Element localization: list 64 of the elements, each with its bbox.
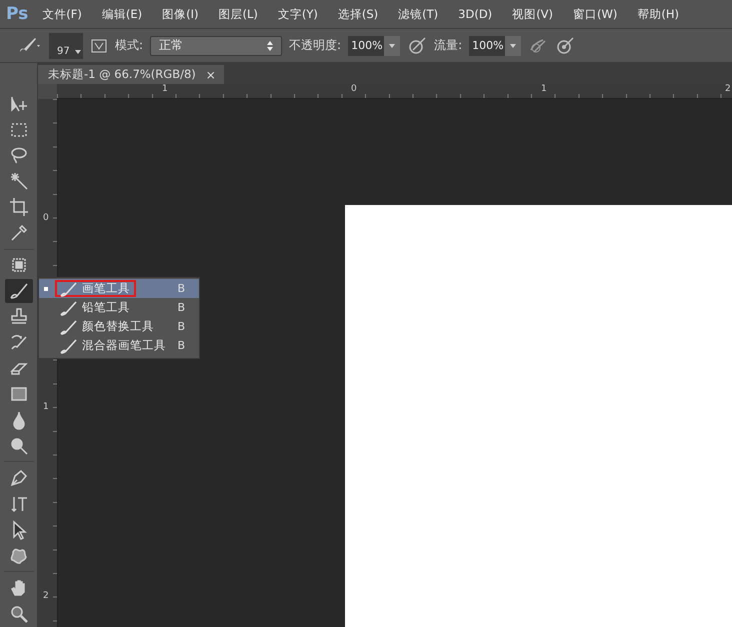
ruler-label: 0	[43, 213, 49, 223]
flyout-menu-item[interactable]: 画笔工具 B	[39, 279, 199, 298]
flow-field[interactable]: 100%	[469, 36, 522, 56]
current-tool-icon	[44, 286, 48, 290]
tool-name: 铅笔工具	[82, 300, 130, 315]
zoom-icon	[8, 604, 28, 624]
mode-label: 模式:	[115, 37, 144, 54]
flyout-menu-item[interactable]: 铅笔工具 B	[39, 298, 199, 317]
ruler-label: 1	[540, 84, 547, 94]
menu-item[interactable]: 视图(V)	[512, 6, 554, 22]
brush-icon	[60, 338, 78, 354]
shortcut-key: B	[177, 282, 185, 295]
brush-size-picker[interactable]: 97	[49, 32, 83, 58]
ruler-label: 1	[43, 402, 49, 412]
opacity-field[interactable]: 100%	[348, 36, 400, 56]
eyedropper-icon	[8, 222, 28, 243]
caret-icon	[75, 50, 81, 54]
menu-item[interactable]: 窗口(W)	[573, 6, 618, 22]
caret-icon	[389, 44, 396, 48]
menu-item[interactable]: 图层(L)	[218, 6, 258, 22]
menu-item[interactable]: 文件(F)	[42, 6, 82, 22]
brush-panel-icon[interactable]	[90, 36, 108, 54]
brush-icon	[60, 318, 78, 334]
shortcut-key: B	[177, 301, 185, 314]
flyout-menu-item[interactable]: 混合器画笔工具 B	[39, 336, 199, 355]
ruler-label: 1	[161, 84, 168, 94]
menu-item[interactable]: 选择(S)	[338, 6, 378, 22]
menu-item[interactable]: 文字(Y)	[278, 6, 318, 22]
shape-icon	[8, 546, 28, 566]
brush-icon	[60, 300, 78, 316]
brush-icon	[8, 281, 28, 302]
mode-dropdown[interactable]: 正常	[150, 36, 282, 56]
flow-label: 流量:	[434, 37, 462, 54]
type-icon	[8, 494, 28, 514]
opacity-label: 不透明度:	[289, 37, 342, 54]
shortcut-key: B	[177, 320, 185, 333]
tool-name: 混合器画笔工具	[82, 338, 166, 353]
pen-icon	[8, 468, 28, 488]
crop-icon	[8, 196, 28, 217]
tool-name: 画笔工具	[82, 281, 130, 296]
menu-item[interactable]: 帮助(H)	[637, 6, 680, 22]
menu-item[interactable]: 3D(D)	[458, 7, 492, 21]
ruler-label: 0	[350, 84, 357, 94]
caret-icon	[510, 44, 516, 48]
stamp-icon	[8, 306, 28, 327]
tool-name: 颜色替换工具	[82, 319, 154, 334]
document-tab[interactable]: 未标题-1 @ 66.7%(RGB/8) ×	[38, 65, 224, 84]
flyout-menu-item[interactable]: 颜色替换工具 B	[39, 317, 199, 336]
brush-icon	[60, 280, 78, 296]
menu-item[interactable]: 滤镜(T)	[398, 6, 438, 22]
wand-icon	[8, 171, 28, 192]
close-tab-button[interactable]: ×	[206, 68, 216, 82]
shortcut-key: B	[177, 339, 185, 352]
ruler-label: 2	[724, 84, 731, 94]
ruler-label: 2	[43, 591, 49, 601]
document-title: 未标题-1 @ 66.7%(RGB/8)	[48, 67, 196, 82]
app-logo: Ps	[6, 4, 28, 24]
menu-item[interactable]: 图像(I)	[162, 6, 198, 22]
pressure-icon[interactable]	[407, 36, 428, 56]
lasso-icon	[8, 145, 28, 166]
pressure-size-icon[interactable]	[555, 36, 576, 56]
tool-button[interactable]	[4, 279, 32, 303]
up-down-caret-icon	[267, 40, 274, 50]
menu-item[interactable]: 编辑(E)	[102, 6, 142, 22]
